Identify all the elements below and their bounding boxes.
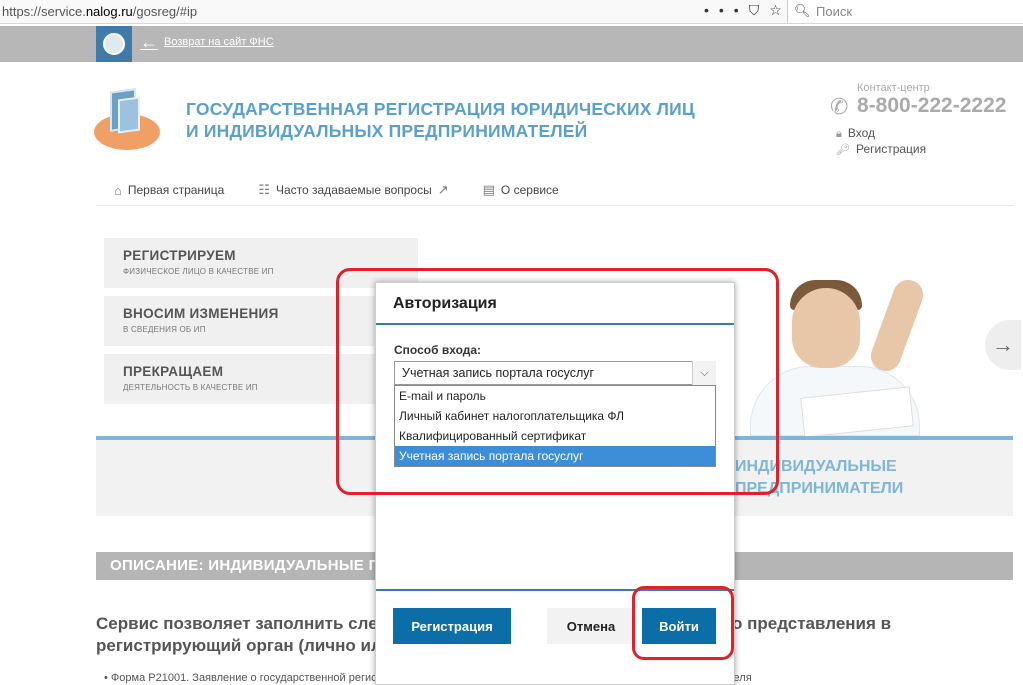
site-title: ГОСУДАРСТВЕННАЯ РЕГИСТРАЦИЯ ЮРИДИЧЕСКИХ … <box>186 98 695 142</box>
browser-toolbar: https://service.nalog.ru/gosreg/#ip •••⛉… <box>0 0 1023 24</box>
info-doc-icon: ▤ <box>482 182 495 197</box>
nav-about-label: О сервисе <box>500 183 559 197</box>
site-logo[interactable] <box>94 88 164 150</box>
arrow-right-icon: → <box>992 332 1014 357</box>
nav-divider <box>96 205 1013 206</box>
login-link-label: Вход <box>847 126 876 140</box>
url-domain: nalog.ru <box>85 4 133 19</box>
browser-icons: •••⛉☆ <box>704 2 792 19</box>
faq-icon: ☷ <box>258 182 270 197</box>
description-title: ОПИСАНИЕ: ИНДИВИДУАЛЬНЫЕ ПРЕДПРИНИМАТЕЛИ <box>110 557 378 574</box>
site-title-line2: И ИНДИВИДУАЛЬНЫХ ПРЕДПРИНИМАТЕЛЕЙ <box>186 121 588 141</box>
contact-center-label: Контакт-центр <box>857 82 930 94</box>
menu-item-title: РЕГИСТРИРУЕМ <box>123 248 236 263</box>
main-nav: ⌂ Первая страница ☷ Часто задаваемые вопро… <box>114 182 559 198</box>
person-arm-shape <box>866 275 928 376</box>
nav-item-home[interactable]: ⌂ Первая страница <box>114 182 224 198</box>
nav-home-label: Первая страница <box>127 183 225 197</box>
description-line2-start: регистрирующий орган (лично ил <box>96 636 376 655</box>
search-placeholder: Поиск <box>816 4 853 19</box>
more-dots-icon[interactable]: ••• <box>704 2 749 18</box>
login-link[interactable]: 🔒︎ Вход <box>836 126 875 141</box>
description-line1-start: Сервис позволяет заполнить сле <box>96 614 376 633</box>
cancel-button[interactable]: Отмена <box>547 608 635 644</box>
external-link-icon: ↗ <box>437 182 449 197</box>
nav-item-about[interactable]: ▤ О сервисе <box>483 182 559 198</box>
home-icon: ⌂ <box>114 182 122 198</box>
url-prefix: https://service. <box>2 4 86 19</box>
person-head-shape <box>792 288 860 368</box>
back-to-fns-link[interactable]: ← Возврат на сайт ФНС <box>140 32 274 52</box>
emblem-icon <box>103 33 125 55</box>
contact-phone: 8-800-222-2222 <box>857 94 1007 117</box>
site-title-line1: ГОСУДАРСТВЕННАЯ РЕГИСТРАЦИЯ ЮРИДИЧЕСКИХ … <box>186 99 695 119</box>
url-suffix: /gosreg/#ip <box>132 4 198 19</box>
pocket-icon[interactable]: ⛉ <box>749 2 770 18</box>
arrow-left-icon: ← <box>140 32 158 52</box>
register-link-label: Регистрация <box>855 142 927 156</box>
address-bar[interactable]: https://service.nalog.ru/gosreg/#ip <box>2 4 197 19</box>
nav-faq-label: Часто задаваемые вопросы <box>275 183 432 197</box>
description-line1-end: о представления в <box>732 614 892 633</box>
annotation-highlight-login-button <box>632 586 734 660</box>
search-icon: 🔍︎ <box>794 3 811 18</box>
annotation-highlight-login-method <box>336 268 779 495</box>
logo-document-shape-2 <box>118 96 140 134</box>
browser-search-box[interactable]: 🔍︎ Поиск <box>787 0 1023 23</box>
fns-emblem-logo[interactable] <box>96 26 132 62</box>
carousel-next-button[interactable]: → <box>985 320 1021 370</box>
back-link-label: Возврат на сайт ФНС <box>164 36 274 48</box>
lock-icon: 🔒︎ <box>836 128 842 140</box>
register-link[interactable]: 🔑︎ Регистрация <box>836 142 926 156</box>
nav-item-faq[interactable]: ☷ Часто задаваемые вопросы ↗ <box>258 182 448 198</box>
phone-icon: ✆ <box>830 94 849 119</box>
register-button[interactable]: Регистрация <box>393 608 511 644</box>
key-icon: 🔑︎ <box>836 144 850 156</box>
